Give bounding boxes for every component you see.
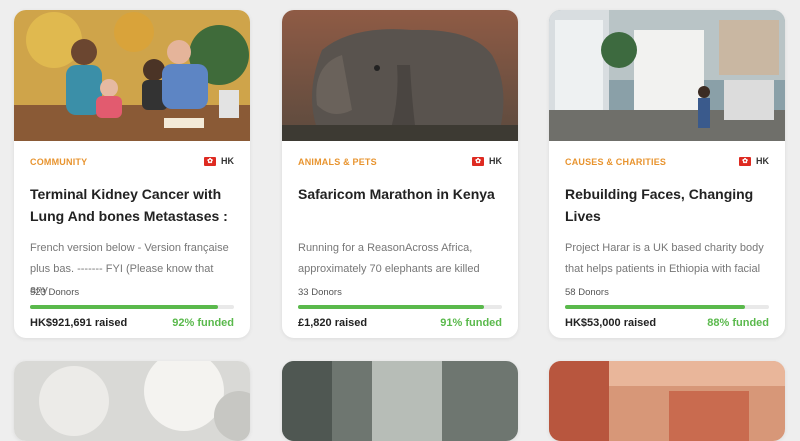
percent-funded: 92% funded	[172, 317, 234, 329]
progress-bar	[565, 305, 769, 309]
progress-fill	[30, 305, 218, 309]
campaign-description: Running for a ReasonAcross Africa, appro…	[298, 242, 480, 275]
percent-funded: 88% funded	[707, 317, 769, 329]
progress-bar	[30, 305, 234, 309]
campaign-image-family[interactable]	[14, 10, 250, 141]
campaign-image-elephant[interactable]	[282, 10, 518, 141]
hk-flag-icon: ✿	[472, 156, 484, 166]
campaign-category: ANIMALS & PETS	[298, 157, 377, 167]
amount-raised: £1,820 raised	[298, 317, 368, 329]
progress-bar	[298, 305, 502, 309]
campaign-title[interactable]: Rebuilding Faces, Changing Lives	[565, 183, 769, 227]
campaign-country: HK	[221, 156, 234, 166]
campaign-image-cloudy[interactable]	[14, 361, 250, 441]
campaign-card-4[interactable]	[14, 361, 250, 441]
campaign-card-2[interactable]: ANIMALS & PETS ✿ HK Safaricom Marathon i…	[282, 10, 518, 338]
hk-flag-icon: ✿	[204, 156, 216, 166]
campaign-image-dark[interactable]	[282, 361, 518, 441]
amount-raised: HK$921,691 raised	[30, 317, 128, 329]
campaign-card-3[interactable]: CAUSES & CHARITIES ✿ HK Rebuilding Faces…	[549, 10, 785, 338]
campaign-country: HK	[489, 156, 502, 166]
campaign-location: ✿ HK	[472, 156, 502, 166]
donor-count: 33 Donors	[298, 287, 342, 298]
percent-funded: 91% funded	[440, 317, 502, 329]
donor-count: 523 Donors	[30, 287, 80, 298]
campaign-card-5[interactable]	[282, 361, 518, 441]
campaign-card-1[interactable]: COMMUNITY ✿ HK Terminal Kidney Cancer wi…	[14, 10, 250, 338]
hk-flag-icon: ✿	[739, 156, 751, 166]
campaign-card-6[interactable]	[549, 361, 785, 441]
campaign-country: HK	[756, 156, 769, 166]
progress-fill	[565, 305, 745, 309]
campaign-title[interactable]: Terminal Kidney Cancer with Lung And bon…	[30, 183, 234, 227]
campaign-location: ✿ HK	[739, 156, 769, 166]
campaign-category: COMMUNITY	[30, 157, 88, 167]
campaign-location: ✿ HK	[204, 156, 234, 166]
amount-raised: HK$53,000 raised	[565, 317, 657, 329]
campaign-title[interactable]: Safaricom Marathon in Kenya	[298, 183, 502, 205]
campaign-image-room[interactable]	[549, 361, 785, 441]
progress-fill	[298, 305, 484, 309]
campaign-image-hospital[interactable]	[549, 10, 785, 141]
donor-count: 58 Donors	[565, 287, 609, 298]
campaign-description: Project Harar is a UK based charity body…	[565, 242, 764, 275]
campaign-category: CAUSES & CHARITIES	[565, 157, 667, 167]
